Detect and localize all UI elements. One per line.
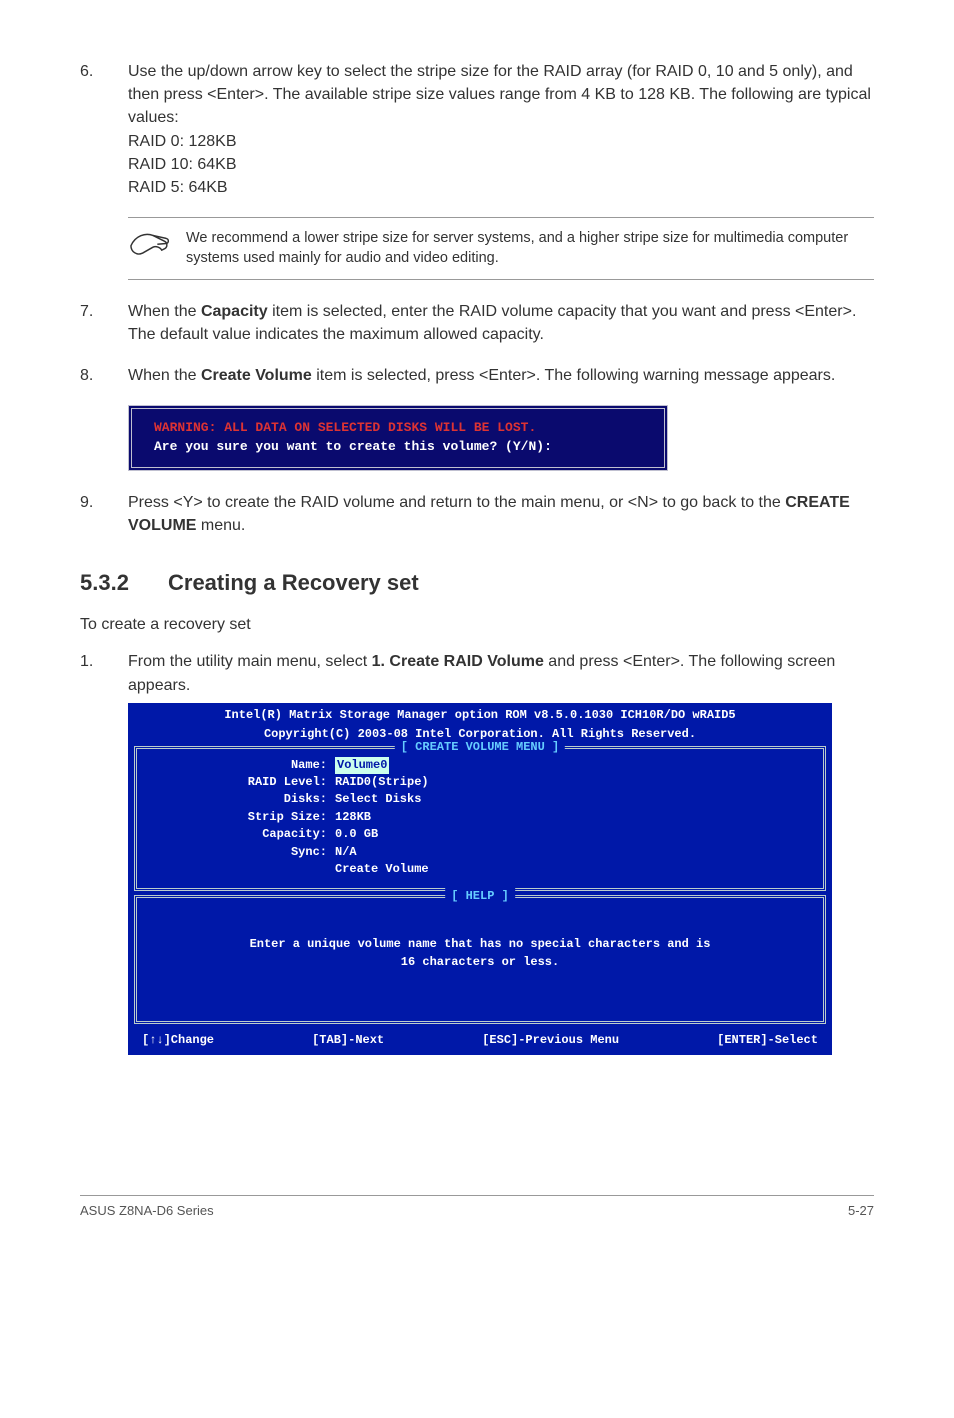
bios-warning-line: WARNING: ALL DATA ON SELECTED DISKS WILL… <box>154 419 642 438</box>
note-callout: We recommend a lower stripe size for ser… <box>128 217 874 280</box>
step-7-num: 7. <box>80 300 128 346</box>
bios2-val-name: Volume0 <box>335 757 389 774</box>
bios2-create-panel-title: [ CREATE VOLUME MENU ] <box>395 739 565 756</box>
bios2-footer: [↑↓]Change [TAB]-Next [ESC]-Previous Men… <box>128 1028 832 1055</box>
bios-confirm-line: Are you sure you want to create this vol… <box>154 438 642 457</box>
bios2-header-1: Intel(R) Matrix Storage Manager option R… <box>128 703 832 726</box>
step-8-body: When the Create Volume item is selected,… <box>128 364 874 387</box>
step-6-line-1: RAID 10: 64KB <box>128 153 874 176</box>
bios2-lbl-strip: Strip Size: <box>147 809 335 826</box>
section-step-1-bold: 1. Create RAID Volume <box>372 653 544 670</box>
bios2-lbl-create <box>147 861 335 878</box>
section-heading: 5.3.2Creating a Recovery set <box>80 567 874 599</box>
step-9-num: 9. <box>80 491 128 537</box>
section-step-1: 1. From the utility main menu, select 1.… <box>80 650 874 696</box>
bios2-footer-change: [↑↓]Change <box>142 1032 214 1049</box>
footer-right: 5-27 <box>848 1202 874 1221</box>
step-7-bold: Capacity <box>201 303 268 320</box>
step-6-body: Use the up/down arrow key to select the … <box>128 60 874 199</box>
bios2-lbl-sync: Sync: <box>147 844 335 861</box>
bios2-lbl-name: Name: <box>147 757 335 774</box>
note-text: We recommend a lower stripe size for ser… <box>186 228 874 269</box>
section-step-1-body: From the utility main menu, select 1. Cr… <box>128 650 874 696</box>
step-7: 7. When the Capacity item is selected, e… <box>80 300 874 346</box>
step-6-line-2: RAID 5: 64KB <box>128 176 874 199</box>
step-8-pre: When the <box>128 367 201 384</box>
step-6-num: 6. <box>80 60 128 199</box>
bios2-val-raid: RAID0(Stripe) <box>335 774 429 791</box>
step-9-pre: Press <Y> to create the RAID volume and … <box>128 494 785 511</box>
step-9: 9. Press <Y> to create the RAID volume a… <box>80 491 874 537</box>
bios-create-volume-screen: Intel(R) Matrix Storage Manager option R… <box>128 703 832 1056</box>
bios2-footer-select: [ENTER]-Select <box>717 1032 818 1049</box>
bios2-val-sync: N/A <box>335 844 357 861</box>
page-footer: ASUS Z8NA-D6 Series 5-27 <box>80 1195 874 1221</box>
step-7-body: When the Capacity item is selected, ente… <box>128 300 874 346</box>
step-9-body: Press <Y> to create the RAID volume and … <box>128 491 874 537</box>
bios2-help-panel-title: [ HELP ] <box>445 888 515 905</box>
bios2-create-panel: [ CREATE VOLUME MENU ] Name:Volume0 RAID… <box>134 746 826 892</box>
footer-left: ASUS Z8NA-D6 Series <box>80 1202 214 1221</box>
bios2-help-line-1: Enter a unique volume name that has no s… <box>157 936 803 953</box>
bios2-val-capacity: 0.0 GB <box>335 826 378 843</box>
step-8: 8. When the Create Volume item is select… <box>80 364 874 387</box>
bios-warning-dialog: WARNING: ALL DATA ON SELECTED DISKS WILL… <box>128 405 668 471</box>
step-8-bold: Create Volume <box>201 367 312 384</box>
bios2-help-line-2: 16 characters or less. <box>157 954 803 971</box>
bios2-help-text: Enter a unique volume name that has no s… <box>147 906 813 1011</box>
step-6-text: Use the up/down arrow key to select the … <box>128 63 871 126</box>
bios2-val-strip: 128KB <box>335 809 371 826</box>
step-6-line-0: RAID 0: 128KB <box>128 130 874 153</box>
bios2-val-create: Create Volume <box>335 861 429 878</box>
bios2-footer-next: [TAB]-Next <box>312 1032 384 1049</box>
bios2-lbl-capacity: Capacity: <box>147 826 335 843</box>
step-8-num: 8. <box>80 364 128 387</box>
hand-pointing-icon <box>128 228 172 262</box>
section-title: Creating a Recovery set <box>168 570 419 595</box>
section-num: 5.3.2 <box>80 567 168 599</box>
bios2-footer-prev: [ESC]-Previous Menu <box>482 1032 619 1049</box>
section-intro: To create a recovery set <box>80 613 874 636</box>
step-6: 6. Use the up/down arrow key to select t… <box>80 60 874 199</box>
step-7-pre: When the <box>128 303 201 320</box>
bios2-lbl-raid: RAID Level: <box>147 774 335 791</box>
bios2-val-disks: Select Disks <box>335 791 421 808</box>
bios2-help-panel: [ HELP ] Enter a unique volume name that… <box>134 895 826 1024</box>
section-step-1-pre: From the utility main menu, select <box>128 653 372 670</box>
step-9-post: menu. <box>196 517 245 534</box>
section-step-1-num: 1. <box>80 650 128 696</box>
step-8-post: item is selected, press <Enter>. The fol… <box>312 367 836 384</box>
bios2-lbl-disks: Disks: <box>147 791 335 808</box>
